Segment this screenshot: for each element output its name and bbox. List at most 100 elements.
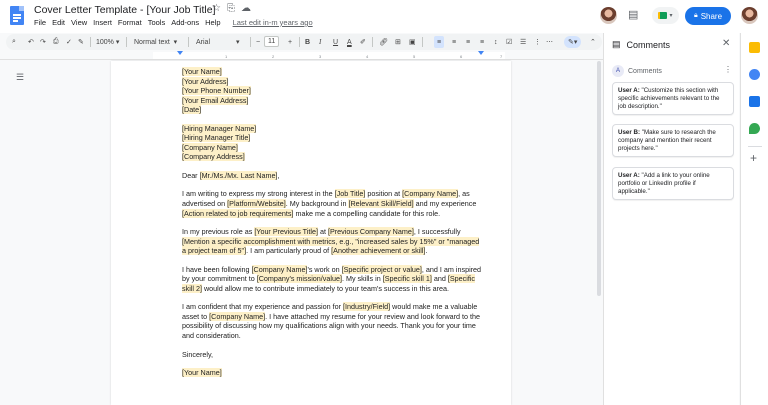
toolbar-divider	[126, 37, 127, 47]
align-right-icon[interactable]: ≡	[466, 34, 470, 50]
print-icon[interactable]: ⎙	[53, 34, 59, 50]
justify-icon[interactable]: ≡	[480, 34, 484, 50]
menu-file[interactable]: File	[34, 18, 46, 27]
checklist-icon[interactable]: ☑	[506, 34, 512, 50]
collaborator-avatar[interactable]	[600, 7, 617, 24]
hiring-manager-title: [Hiring Manager Title]	[182, 133, 251, 143]
body-text: In my previous role as	[182, 227, 255, 237]
editing-mode-icon[interactable]: ✎▾	[564, 36, 582, 48]
more-vert-icon[interactable]: ⋮	[724, 65, 732, 74]
numbered-list-icon[interactable]: ⋮	[534, 34, 541, 50]
undo-icon[interactable]: ↶	[28, 34, 34, 50]
align-center-icon[interactable]: ≡	[452, 34, 456, 50]
ruler-tick: 5	[413, 54, 416, 59]
comment-icon: ▤	[612, 39, 621, 49]
style-select[interactable]: Normal text ▾	[134, 34, 177, 50]
more-options-icon[interactable]: ⋯	[546, 34, 553, 50]
placeholder-text: [Industry/Field]	[343, 302, 391, 312]
spellcheck-icon[interactable]: ✓	[66, 34, 72, 50]
menu-help[interactable]: Help	[205, 18, 220, 27]
zoom-value: 100%	[96, 38, 114, 46]
rail-divider	[748, 146, 762, 147]
decrease-font-size-button[interactable]: −	[256, 34, 260, 50]
font-size-input[interactable]: 11	[264, 36, 280, 47]
placeholder-text: [Company Name]	[402, 189, 459, 199]
align-left-icon[interactable]: ≡	[434, 36, 445, 48]
cloud-status-icon[interactable]: ☁	[241, 3, 251, 14]
insert-image-icon[interactable]: ▣	[409, 34, 416, 50]
star-icon[interactable]: ☆	[212, 3, 221, 14]
bold-button[interactable]: B	[305, 34, 310, 50]
menu-add-ons[interactable]: Add-ons	[171, 18, 199, 27]
comments-filter[interactable]: A Comments	[612, 65, 662, 77]
body-text: 's work on	[307, 264, 342, 274]
comment-user: User B:	[618, 129, 641, 136]
contacts-icon[interactable]	[749, 96, 760, 107]
style-value: Normal text	[134, 38, 170, 46]
share-label: Share	[700, 11, 723, 21]
comment-card[interactable]: User A: "Add a link to your online portf…	[612, 167, 734, 201]
maps-icon[interactable]	[749, 123, 760, 134]
text-color-button[interactable]: A	[347, 34, 352, 50]
redo-icon[interactable]: ↷	[40, 34, 46, 50]
comment-history-icon[interactable]: ▤	[628, 8, 638, 21]
share-button[interactable]: 🔒︎ Share	[685, 7, 731, 25]
comment-avatar: A	[612, 65, 624, 77]
increase-font-size-button[interactable]: +	[288, 34, 292, 50]
font-value: Arial	[196, 38, 211, 46]
highlight-color-icon[interactable]: ✐	[360, 34, 366, 50]
add-addon-icon[interactable]: +	[750, 151, 757, 165]
toolbar: ⌕ ↶ ↷ ⎙ ✓ ✎ 100% ▾ Normal text ▾ Arial ▾ …	[6, 34, 602, 50]
zoom-select[interactable]: 100% ▾	[96, 34, 119, 50]
menu-view[interactable]: View	[71, 18, 87, 27]
underline-button[interactable]: U	[333, 34, 338, 50]
move-folder-icon[interactable]: ⎘	[227, 3, 235, 14]
document-page[interactable]: [Your Name] [Your Address] [Your Phone N…	[111, 61, 511, 405]
scrollbar[interactable]	[597, 61, 601, 296]
left-indent-marker[interactable]	[177, 51, 183, 55]
insert-comment-icon[interactable]: ⊞	[395, 34, 401, 50]
ruler: 1 2 3 4 5 6 7	[0, 51, 603, 60]
placeholder-text: [Previous Company Name]	[327, 227, 414, 237]
italic-button[interactable]: I	[319, 34, 321, 50]
body-text: at	[317, 227, 328, 237]
menu-bar: File Edit View Insert Format Tools Add-o…	[34, 18, 313, 27]
menu-format[interactable]: Format	[118, 18, 142, 27]
comment-user: User A:	[618, 87, 640, 94]
line-spacing-icon[interactable]: ↕	[494, 34, 498, 50]
meet-button[interactable]: ▾	[652, 7, 679, 24]
comment-card[interactable]: User B: "Make sure to research the compa…	[612, 124, 734, 158]
menu-edit[interactable]: Edit	[52, 18, 65, 27]
comments-filter-label: Comments	[628, 67, 662, 75]
comment-card[interactable]: User A: "Customize this section with spe…	[612, 82, 734, 116]
side-panel-rail: +	[740, 33, 768, 405]
body-text: . I am particularly proud of	[246, 246, 332, 256]
search-menus-icon[interactable]: ⌕	[12, 34, 16, 50]
tasks-icon[interactable]	[749, 69, 760, 80]
menu-tools[interactable]: Tools	[148, 18, 166, 27]
letter-body[interactable]: [Your Name] [Your Address] [Your Phone N…	[182, 67, 482, 378]
hide-menus-icon[interactable]: ⌃	[590, 34, 596, 50]
paint-format-icon[interactable]: ✎	[78, 34, 84, 50]
salutation: Dear [Mr./Ms./Mx. Last Name],	[182, 170, 482, 181]
keep-icon[interactable]	[749, 42, 760, 53]
paragraph-3: I have been following [Company Name]'s w…	[182, 264, 482, 294]
close-icon[interactable]: ✕	[722, 38, 730, 49]
right-indent-marker[interactable]	[478, 51, 484, 55]
toolbar-divider	[422, 37, 423, 47]
menu-insert[interactable]: Insert	[93, 18, 112, 27]
sender-address: [Your Address]	[182, 76, 229, 86]
placeholder-text: [Another achievement or skill]	[331, 246, 426, 256]
account-avatar[interactable]	[741, 7, 758, 24]
ruler-tick: 2	[272, 54, 275, 59]
font-select[interactable]: Arial ▾	[196, 34, 240, 50]
last-edit-link[interactable]: Last edit in-m years ago	[233, 18, 313, 27]
body-text: I am confident that my experience and pa…	[182, 302, 344, 312]
placeholder-text: [Specific project or value]	[341, 264, 422, 274]
sender-phone: [Your Phone Number]	[182, 86, 251, 96]
document-title[interactable]: Cover Letter Template - [Your Job Title]	[34, 4, 216, 16]
bulleted-list-icon[interactable]: ☰	[520, 34, 526, 50]
docs-logo-icon[interactable]	[10, 6, 24, 25]
insert-link-icon[interactable]: 🔗︎	[379, 34, 388, 50]
document-outline-icon[interactable]: ☰	[16, 72, 26, 82]
